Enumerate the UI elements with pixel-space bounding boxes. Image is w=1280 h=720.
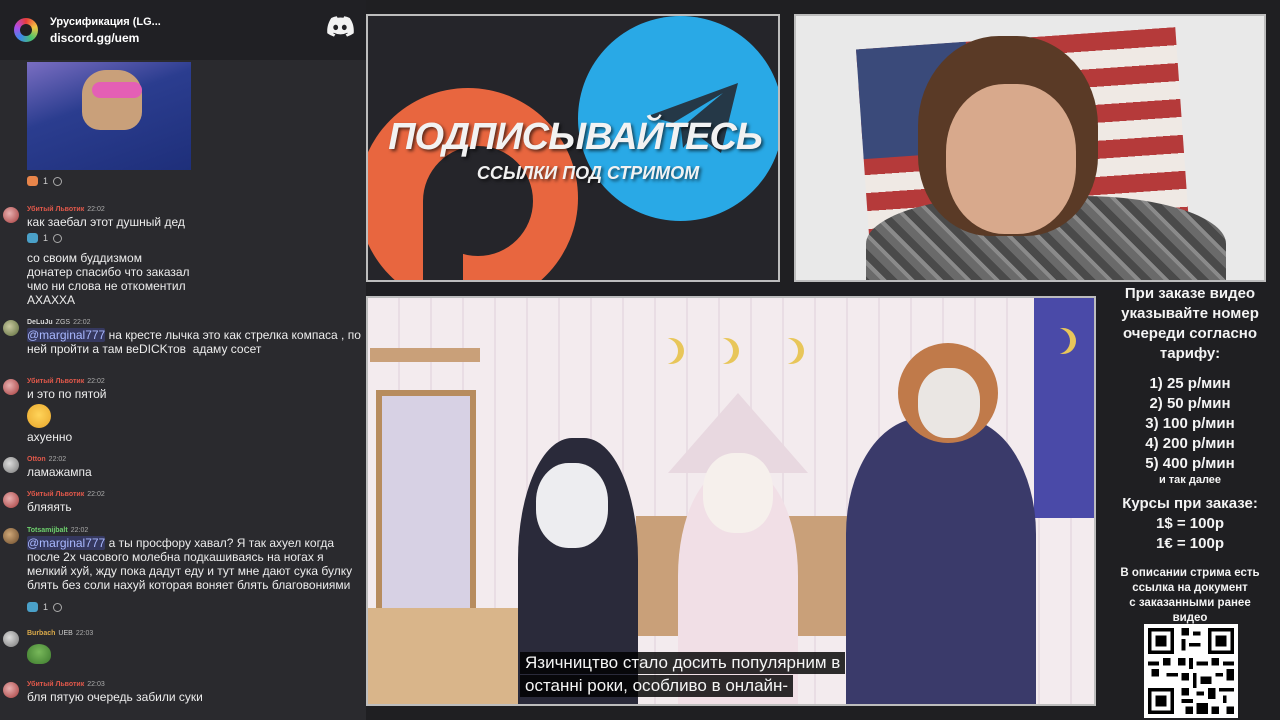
message-text: @marginal777 на кресте лычка это как стр… [27, 328, 365, 356]
message-text: ламажампа [27, 465, 92, 479]
order-instructions: При заказе видео [1124, 285, 1256, 302]
streamer-face [946, 84, 1076, 234]
pepe-emoji-icon [27, 644, 51, 664]
avatar[interactable] [3, 682, 19, 698]
rate-list: 1) 25 р/мин 2) 50 р/мин 3) 100 р/мин 4) … [1100, 374, 1280, 486]
stream-layout: Урусификация (LG... discord.gg/uem 1 Уби… [0, 0, 1280, 720]
currency-header: Курсы при заказе: [1122, 495, 1258, 512]
moon-decoration [713, 338, 739, 364]
laughing-emoji-icon [27, 404, 51, 428]
timestamp: 22:02 [48, 456, 67, 463]
video-subtitles: Язичництво стало досить популярним в ост… [520, 652, 880, 698]
description-note: с заказанными ранее [1129, 597, 1251, 609]
video-player[interactable]: Язичництво стало досить популярним в ост… [366, 296, 1096, 706]
message-text: чмо ни слова не откоментил [27, 279, 186, 293]
rate-etc: и так далее [1158, 474, 1222, 486]
chat-header: Урусификация (LG... discord.gg/uem [0, 0, 366, 60]
moon-decoration [658, 338, 684, 364]
order-info-panel: При заказе видео указывайте номер очеред… [1100, 284, 1280, 720]
reaction-emoji-icon [27, 233, 38, 243]
embedded-image[interactable] [27, 62, 191, 170]
reaction[interactable]: 1 [27, 602, 63, 612]
message-text: и это по пятой [27, 387, 107, 401]
rate-item: 5) 400 р/мин [1145, 455, 1235, 472]
username[interactable]: Убитый Львотик [27, 378, 84, 385]
server-invite-link[interactable]: discord.gg/uem [50, 31, 161, 45]
discord-icon [327, 16, 354, 37]
rate-item: 1) 25 р/мин [1149, 375, 1231, 392]
promo-title: ПОДПИСЫВАЙТЕСЬ [388, 116, 763, 158]
moon-decoration [1050, 328, 1076, 354]
avatar[interactable] [3, 457, 19, 473]
username[interactable]: Убитый Львотик [27, 681, 84, 688]
order-instructions: указывайте номер [1121, 305, 1259, 322]
description-note: В описании стрима есть [1120, 567, 1260, 579]
reaction-emoji-icon [27, 176, 38, 186]
user-mention[interactable]: @marginal777 [27, 536, 106, 550]
user-mention[interactable]: @marginal777 [27, 328, 106, 342]
username[interactable]: Burbach [27, 630, 55, 637]
avatar[interactable] [3, 528, 19, 544]
currency-rate: 1$ = 100р [1156, 515, 1224, 532]
discord-chat-overlay: Урусификация (LG... discord.gg/uem 1 Уби… [0, 0, 366, 720]
username[interactable]: Убитый Львотик [27, 491, 84, 498]
description-note: ссылка на документ [1132, 582, 1248, 594]
message-text: бля пятую очередь забили суки [27, 690, 203, 704]
avatar[interactable] [3, 320, 19, 336]
moon-decoration [778, 338, 804, 364]
add-reaction-icon[interactable] [53, 233, 63, 243]
user-tag: UEB [58, 630, 73, 637]
timestamp: 22:03 [87, 681, 105, 688]
order-instructions: тарифу: [1159, 345, 1221, 362]
username[interactable]: Otton [27, 456, 46, 463]
avatar[interactable] [3, 207, 19, 223]
message-text: бляяять [27, 500, 72, 514]
rate-item: 2) 50 р/мин [1149, 395, 1231, 412]
message-text: ахуенно [27, 430, 73, 444]
rate-item: 3) 100 р/мин [1145, 415, 1235, 432]
avatar[interactable] [3, 379, 19, 395]
add-reaction-icon[interactable] [53, 602, 63, 612]
add-reaction-icon[interactable] [53, 176, 63, 186]
reaction-count: 1 [43, 176, 49, 186]
subtitle-line: Язичництво стало досить популярним в [520, 652, 846, 674]
server-icon [14, 18, 38, 42]
timestamp: 22:02 [87, 378, 105, 385]
avatar[interactable] [3, 492, 19, 508]
subscribe-banner: ПОДПИСЫВАЙТЕСЬ ССЫЛКИ ПОД СТРИМОМ [366, 14, 780, 282]
avatar[interactable] [3, 631, 19, 647]
qr-code[interactable] [1144, 624, 1238, 718]
timestamp: 22:03 [75, 630, 94, 637]
reaction[interactable]: 1 [27, 233, 63, 243]
reaction-emoji-icon [27, 602, 38, 612]
promo-subtitle: ССЫЛКИ ПОД СТРИМОМ [476, 163, 700, 183]
user-tag: ZGS [55, 319, 71, 326]
subtitle-line: останні роки, особливо в онлайн- [520, 675, 794, 697]
reaction-count: 1 [43, 233, 49, 243]
timestamp: 22:02 [70, 527, 89, 534]
message-text: со своим буддизмом [27, 251, 142, 265]
message-text: @marginal777 а ты просфору хавал? Я так … [27, 536, 356, 592]
mirror [376, 390, 476, 620]
message-text: как заебал этот душный дед [27, 215, 185, 229]
webcam-feed [794, 14, 1266, 282]
timestamp: 22:02 [87, 491, 105, 498]
server-name: Урусификация (LG... [50, 15, 161, 28]
reaction-count: 1 [43, 602, 49, 612]
timestamp: 22:02 [73, 319, 91, 326]
username[interactable]: DeLuJu [27, 319, 53, 326]
username[interactable]: Убитый Львотик [27, 206, 84, 213]
username[interactable]: Totsamijbalt [27, 527, 68, 534]
currency-rate: 1€ = 100р [1156, 535, 1224, 552]
timestamp: 22:02 [87, 206, 105, 213]
reaction[interactable]: 1 [27, 176, 63, 186]
message-text: АХАХХА [27, 293, 76, 307]
rate-item: 4) 200 р/мин [1145, 435, 1235, 452]
message-text: донатер спасибо что заказал [27, 265, 190, 279]
order-instructions: очереди согласно [1122, 325, 1258, 342]
